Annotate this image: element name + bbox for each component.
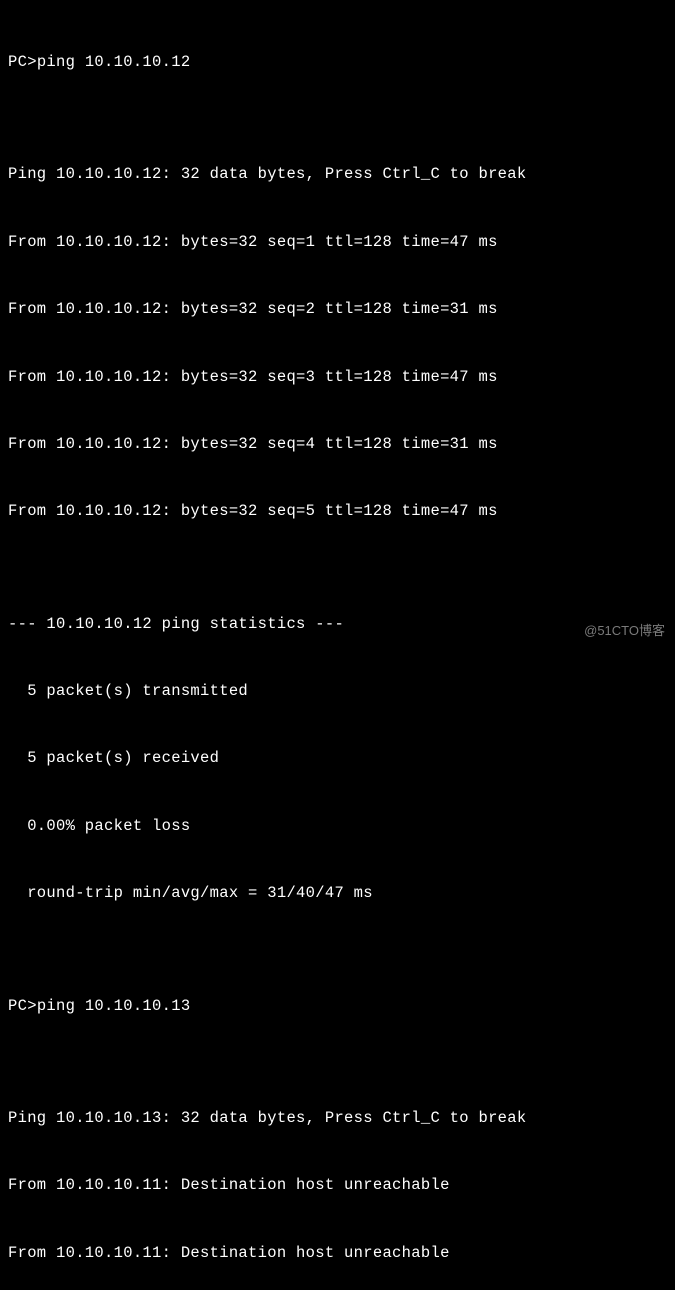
ping-reply: From 10.10.10.12: bytes=32 seq=1 ttl=128… (8, 231, 667, 253)
ping-stat: 5 packet(s) transmitted (8, 680, 667, 702)
ping-header-2: Ping 10.10.10.13: 32 data bytes, Press C… (8, 1107, 667, 1129)
watermark-label: @51CTO博客 (584, 622, 665, 641)
ping-stat: 5 packet(s) received (8, 747, 667, 769)
ping-reply: From 10.10.10.11: Destination host unrea… (8, 1242, 667, 1264)
ping-reply: From 10.10.10.12: bytes=32 seq=4 ttl=128… (8, 433, 667, 455)
terminal-output[interactable]: PC>ping 10.10.10.12 Ping 10.10.10.12: 32… (8, 6, 667, 1290)
ping-stat: 0.00% packet loss (8, 815, 667, 837)
prompt-cmd: ping 10.10.10.12 (37, 51, 191, 73)
prompt-line-1: PC>ping 10.10.10.12 (8, 51, 667, 73)
prompt-ps: PC> (8, 995, 37, 1017)
ping-stats-header-1: --- 10.10.10.12 ping statistics --- (8, 613, 667, 635)
prompt-ps: PC> (8, 51, 37, 73)
ping-reply: From 10.10.10.12: bytes=32 seq=2 ttl=128… (8, 298, 667, 320)
prompt-line-2: PC>ping 10.10.10.13 (8, 995, 667, 1017)
ping-reply: From 10.10.10.12: bytes=32 seq=5 ttl=128… (8, 500, 667, 522)
ping-reply: From 10.10.10.11: Destination host unrea… (8, 1174, 667, 1196)
ping-reply: From 10.10.10.12: bytes=32 seq=3 ttl=128… (8, 366, 667, 388)
prompt-cmd: ping 10.10.10.13 (37, 995, 191, 1017)
ping-header-1: Ping 10.10.10.12: 32 data bytes, Press C… (8, 163, 667, 185)
ping-stat: round-trip min/avg/max = 31/40/47 ms (8, 882, 667, 904)
